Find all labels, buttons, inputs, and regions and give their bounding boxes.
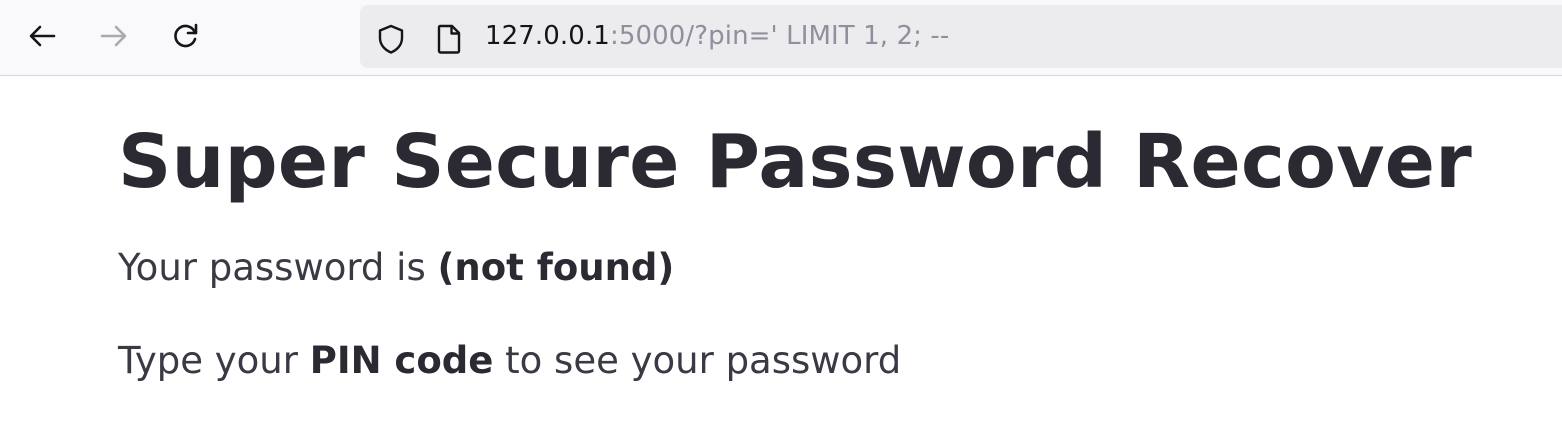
arrow-right-icon — [100, 25, 127, 47]
page-title: Super Secure Password Recover — [118, 119, 1473, 205]
document-icon[interactable] — [432, 22, 466, 56]
password-label: Your password is — [118, 246, 438, 289]
back-button[interactable] — [20, 14, 64, 58]
password-line: Your password is (not found) — [118, 245, 674, 291]
url-text[interactable]: 127.0.0.1:5000/?pin=' LIMIT 1, 2; -- — [485, 18, 949, 54]
pin-code-label: PIN code — [309, 339, 494, 382]
browser-toolbar: 127.0.0.1:5000/?pin=' LIMIT 1, 2; -- — [0, 0, 1562, 76]
forward-button[interactable] — [92, 14, 136, 58]
reload-icon — [174, 23, 198, 48]
shield-icon[interactable] — [374, 22, 408, 56]
arrow-left-icon — [29, 25, 56, 47]
pin-instructions: Type your PIN code to see your password — [118, 338, 901, 384]
pin-prefix: Type your — [118, 339, 310, 382]
reload-button[interactable] — [164, 14, 208, 58]
url-path: :5000/?pin=' LIMIT 1, 2; -- — [609, 21, 950, 51]
password-value: (not found) — [437, 246, 675, 289]
url-host: 127.0.0.1 — [485, 21, 610, 51]
pin-suffix: to see your password — [493, 339, 902, 382]
